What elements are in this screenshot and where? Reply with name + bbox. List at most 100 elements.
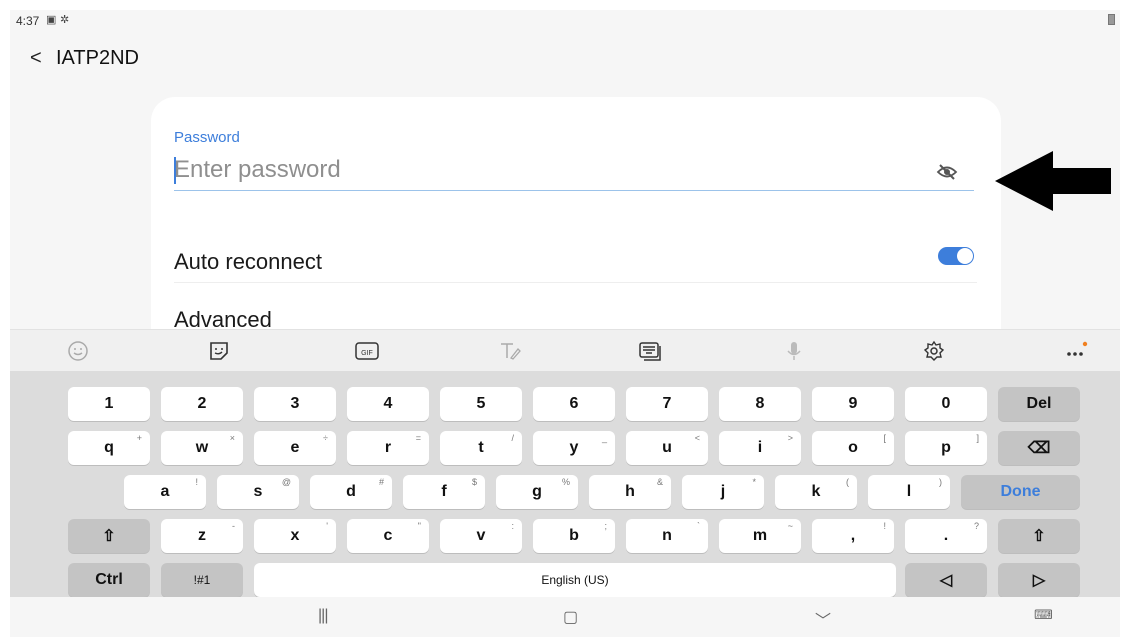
key-row4-1[interactable]: z- bbox=[161, 519, 243, 553]
key-row3-8[interactable]: l) bbox=[868, 475, 950, 509]
key-label: . bbox=[943, 527, 949, 544]
key-label: ⇧ bbox=[102, 528, 116, 545]
key-row4-7[interactable]: m ~ bbox=[719, 519, 801, 553]
key-label: p bbox=[941, 439, 951, 456]
key-secondary-label: ? bbox=[973, 521, 979, 531]
key-secondary-label: ~ bbox=[787, 521, 793, 531]
key-label: !#1 bbox=[193, 573, 211, 587]
eye-off-icon[interactable] bbox=[936, 162, 958, 182]
key-label: Done bbox=[1000, 483, 1041, 500]
key-row5-0[interactable]: Ctrl bbox=[68, 563, 150, 597]
key-row2-3[interactable]: r = bbox=[347, 431, 429, 465]
recents-button[interactable]: ||| bbox=[318, 607, 329, 625]
key-row3-4[interactable]: g% bbox=[496, 475, 578, 509]
key-row3-6[interactable]: j * bbox=[682, 475, 764, 509]
device-screen: 4:37 ▣ ✲ < IATP2ND Password Auto reconne… bbox=[10, 10, 1120, 637]
key-row3-0[interactable]: a! bbox=[124, 475, 206, 509]
key-secondary-label: ; bbox=[604, 521, 607, 531]
key-secondary-label: @ bbox=[281, 477, 291, 487]
key-row2-1[interactable]: w × bbox=[161, 431, 243, 465]
status-bar: 4:37 ▣ ✲ bbox=[10, 10, 1120, 32]
key-row1-0[interactable]: 1 bbox=[68, 387, 150, 421]
key-row4-10[interactable]: ⇧ bbox=[998, 519, 1080, 553]
key-row2-4[interactable]: t / bbox=[440, 431, 522, 465]
key-row5-4[interactable]: ▷ bbox=[998, 563, 1080, 597]
key-secondary-label: % bbox=[561, 477, 570, 487]
key-secondary-label: < bbox=[694, 433, 700, 443]
key-row1-10[interactable]: Del bbox=[998, 387, 1080, 421]
key-row2-7[interactable]: i > bbox=[719, 431, 801, 465]
key-label: s bbox=[253, 483, 263, 500]
key-label: 4 bbox=[383, 395, 393, 412]
key-label: 0 bbox=[941, 395, 951, 412]
key-label: 5 bbox=[476, 395, 486, 412]
mic-icon[interactable] bbox=[782, 340, 806, 362]
key-row4-0[interactable]: ⇧ bbox=[68, 519, 150, 553]
key-label: i bbox=[757, 439, 763, 456]
password-field[interactable] bbox=[174, 154, 974, 191]
back-button[interactable]: < bbox=[30, 47, 42, 70]
key-row1-1[interactable]: 2 bbox=[161, 387, 243, 421]
key-row2-8[interactable]: o[ bbox=[812, 431, 894, 465]
battery-icon bbox=[1108, 14, 1115, 25]
key-row3-7[interactable]: k( bbox=[775, 475, 857, 509]
key-row3-2[interactable]: d # bbox=[310, 475, 392, 509]
home-button[interactable]: ▢ bbox=[563, 607, 578, 627]
keyboard-mode-icon[interactable] bbox=[638, 340, 662, 362]
key-row1-4[interactable]: 5 bbox=[440, 387, 522, 421]
page-header: < IATP2ND bbox=[10, 44, 610, 74]
key-label: f bbox=[441, 483, 447, 500]
key-row2-2[interactable]: e ÷ bbox=[254, 431, 336, 465]
key-row5-3[interactable]: ◁ bbox=[905, 563, 987, 597]
key-label: t bbox=[478, 439, 484, 456]
key-row4-6[interactable]: n ` bbox=[626, 519, 708, 553]
key-secondary-label: ] bbox=[976, 433, 979, 443]
key-row4-5[interactable]: b; bbox=[533, 519, 615, 553]
gif-icon[interactable]: GIF bbox=[355, 340, 379, 362]
key-label: 2 bbox=[197, 395, 207, 412]
key-secondary-label: ` bbox=[697, 521, 700, 531]
key-label: 9 bbox=[848, 395, 858, 412]
key-label: z bbox=[198, 527, 206, 544]
auto-reconnect-toggle[interactable] bbox=[938, 247, 974, 265]
key-row3-3[interactable]: f $ bbox=[403, 475, 485, 509]
key-label: 1 bbox=[104, 395, 114, 412]
sticker-icon[interactable] bbox=[207, 340, 231, 362]
key-row5-1[interactable]: !#1 bbox=[161, 563, 243, 597]
handwriting-icon[interactable] bbox=[498, 340, 522, 362]
key-row2-5[interactable]: y _ bbox=[533, 431, 615, 465]
key-label: 8 bbox=[755, 395, 765, 412]
text-cursor bbox=[174, 157, 176, 184]
key-row1-2[interactable]: 3 bbox=[254, 387, 336, 421]
back-nav-button[interactable]: ﹀ bbox=[815, 607, 831, 631]
key-row2-6[interactable]: u < bbox=[626, 431, 708, 465]
key-row1-8[interactable]: 9 bbox=[812, 387, 894, 421]
key-row4-3[interactable]: c " bbox=[347, 519, 429, 553]
key-row1-7[interactable]: 8 bbox=[719, 387, 801, 421]
settings-icon[interactable] bbox=[922, 340, 946, 362]
gear-icon: ✲ bbox=[60, 14, 70, 26]
key-row1-5[interactable]: 6 bbox=[533, 387, 615, 421]
keyboard-hide-button[interactable]: ⌨ bbox=[1034, 607, 1053, 623]
key-row1-9[interactable]: 0 bbox=[905, 387, 987, 421]
key-row4-9[interactable]: .? bbox=[905, 519, 987, 553]
key-label: c bbox=[383, 527, 393, 544]
key-row3-5[interactable]: h & bbox=[589, 475, 671, 509]
key-row2-9[interactable]: p] bbox=[905, 431, 987, 465]
key-row2-10[interactable]: ⌫ bbox=[998, 431, 1080, 465]
key-row4-2[interactable]: x ' bbox=[254, 519, 336, 553]
key-row4-8[interactable]: ,! bbox=[812, 519, 894, 553]
key-label: 6 bbox=[569, 395, 579, 412]
more-icon[interactable] bbox=[1064, 340, 1088, 362]
emoji-icon[interactable] bbox=[66, 340, 90, 362]
key-row1-6[interactable]: 7 bbox=[626, 387, 708, 421]
key-row3-1[interactable]: s @ bbox=[217, 475, 299, 509]
key-row4-4[interactable]: v: bbox=[440, 519, 522, 553]
key-row2-0[interactable]: q + bbox=[68, 431, 150, 465]
key-secondary-label: / bbox=[511, 433, 514, 443]
key-row1-3[interactable]: 4 bbox=[347, 387, 429, 421]
key-label: u bbox=[662, 439, 672, 456]
key-label: n bbox=[662, 527, 672, 544]
key-row5-2[interactable]: English (US) bbox=[254, 563, 896, 597]
key-row3-9[interactable]: Done bbox=[961, 475, 1080, 509]
